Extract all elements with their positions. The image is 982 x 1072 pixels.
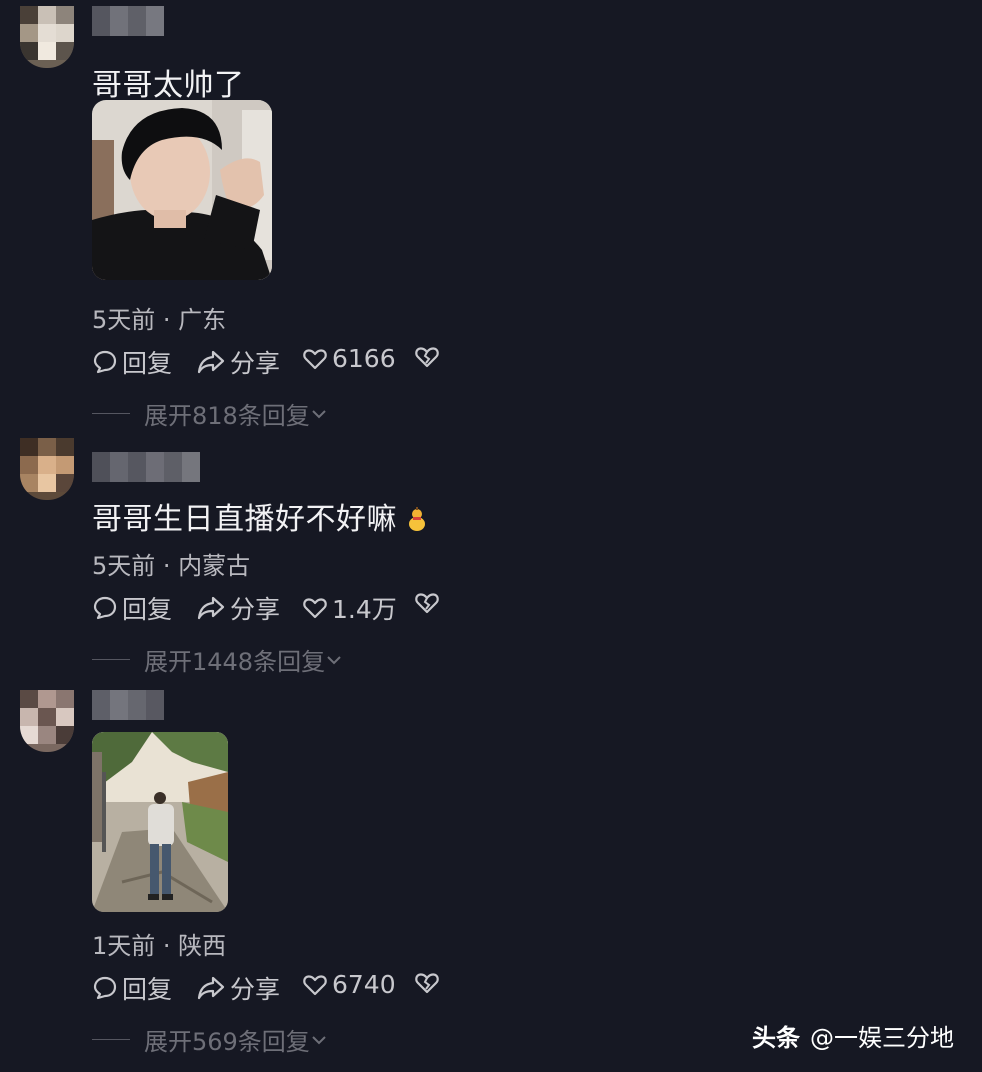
avatar[interactable] (20, 690, 74, 752)
heart-icon (303, 598, 327, 619)
reply-label: 回复 (122, 595, 173, 624)
dislike-button[interactable] (414, 344, 444, 370)
dislike-button[interactable] (414, 590, 444, 616)
comment-bubble-icon (93, 350, 117, 374)
comment-bubble-icon (93, 596, 117, 620)
comment-bubble-icon (93, 976, 117, 1000)
like-count: 6166 (332, 344, 396, 373)
divider-line (92, 659, 130, 660)
share-arrow-icon (197, 596, 225, 620)
reply-button[interactable]: 回复 (92, 970, 172, 1006)
broken-heart-icon (415, 593, 439, 614)
share-label: 分享 (230, 975, 281, 1004)
like-button[interactable]: 6166 (302, 344, 396, 373)
share-button[interactable]: 分享 (196, 590, 280, 626)
expand-replies-link[interactable]: 展开818条回复 (92, 396, 328, 431)
reply-button[interactable]: 回复 (92, 344, 172, 380)
like-button[interactable]: 1.4万 (302, 590, 397, 626)
expand-label: 展开569条回复 (144, 1028, 310, 1056)
heart-icon (303, 348, 327, 369)
comment-photo[interactable] (92, 732, 228, 912)
comment-meta: 5天前 · 内蒙古 (92, 552, 251, 580)
expand-label: 展开818条回复 (144, 402, 310, 430)
comment-text: 哥哥太帅了 (92, 68, 245, 103)
avatar[interactable] (20, 6, 74, 68)
broken-heart-icon (415, 347, 439, 368)
like-count: 6740 (332, 970, 396, 999)
reply-label: 回复 (122, 349, 173, 378)
comment-text-content: 哥哥生日直播好不好嘛 (92, 502, 397, 537)
username-blurred[interactable] (92, 6, 166, 36)
divider-line (92, 413, 130, 414)
reply-button[interactable]: 回复 (92, 590, 172, 626)
like-count: 1.4万 (332, 595, 397, 624)
heart-icon (303, 974, 327, 995)
comment-meta: 1天前 · 陕西 (92, 932, 227, 960)
comment-meta: 5天前 · 广东 (92, 306, 227, 334)
avatar[interactable] (20, 438, 74, 500)
expand-replies-link[interactable]: 展开569条回复 (92, 1022, 328, 1057)
expand-label: 展开1448条回复 (144, 648, 326, 676)
expand-replies-link[interactable]: 展开1448条回复 (92, 642, 343, 677)
watermark: 头条 @一娱三分地 (752, 1018, 954, 1053)
street-photo (92, 732, 228, 912)
divider-line (92, 1039, 130, 1040)
chevron-down-icon (312, 409, 326, 418)
comment-photo[interactable] (92, 100, 272, 280)
username-blurred[interactable] (92, 690, 164, 720)
share-button[interactable]: 分享 (196, 970, 280, 1006)
chevron-down-icon (327, 655, 341, 664)
share-arrow-icon (197, 350, 225, 374)
comment-text: 哥哥生日直播好不好嘛 (92, 494, 427, 538)
share-label: 分享 (230, 595, 281, 624)
like-button[interactable]: 6740 (302, 970, 396, 999)
watermark-handle: @一娱三分地 (810, 1024, 954, 1052)
share-arrow-icon (197, 976, 225, 1000)
share-label: 分享 (230, 349, 281, 378)
broken-heart-icon (415, 973, 439, 994)
dislike-button[interactable] (414, 970, 444, 996)
gourd-emoji-icon (409, 507, 426, 531)
share-button[interactable]: 分享 (196, 344, 280, 380)
chevron-down-icon (312, 1035, 326, 1044)
username-blurred[interactable] (92, 452, 202, 482)
watermark-brand: 头条 (752, 1024, 800, 1052)
portrait-photo (92, 100, 272, 280)
reply-label: 回复 (122, 975, 173, 1004)
